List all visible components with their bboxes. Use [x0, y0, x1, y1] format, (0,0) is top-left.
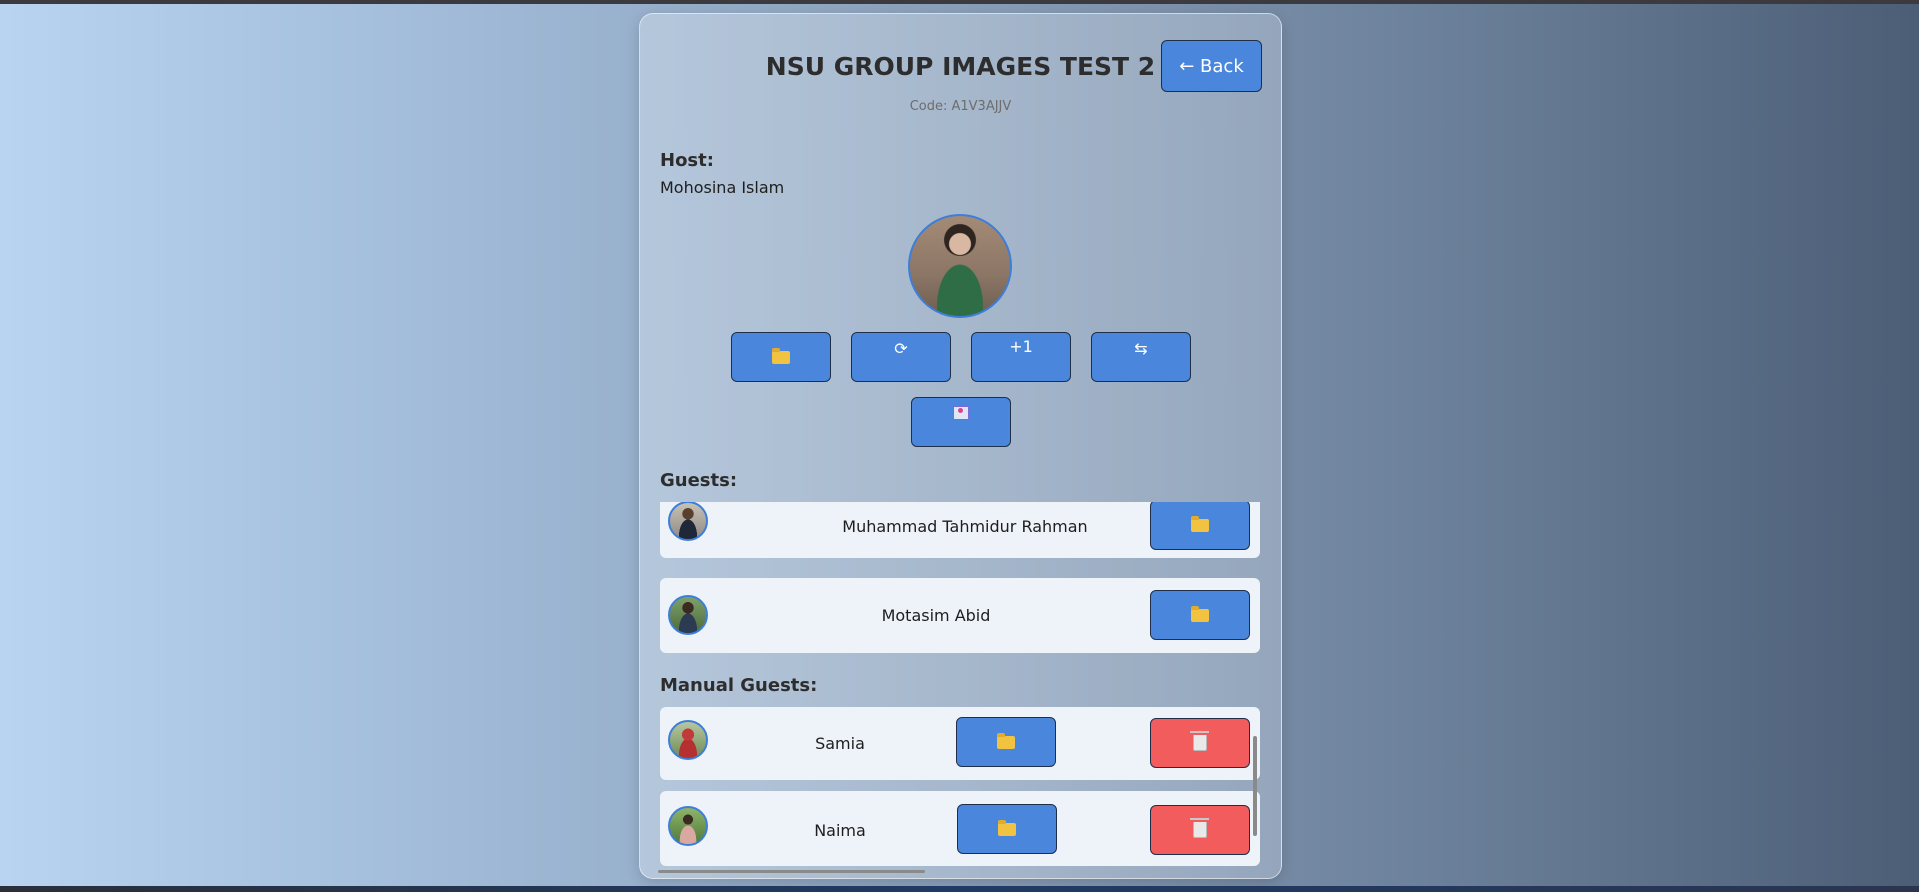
host-section-label: Host: — [660, 150, 714, 171]
manual-guests-section-label: Manual Guests: — [660, 675, 818, 696]
guest-avatar — [668, 502, 708, 541]
trash-icon — [1190, 818, 1209, 838]
taskbar-strip — [0, 886, 1919, 892]
guest-name: Muhammad Tahmidur Rahman — [842, 517, 1088, 536]
manual-guest-row: Samia — [660, 707, 1260, 780]
guest-folder-button[interactable] — [1150, 502, 1250, 550]
manual-guest-avatar — [668, 806, 708, 846]
host-plus-one-button[interactable]: +1 — [971, 332, 1071, 382]
host-name: Mohosina Islam — [660, 178, 785, 197]
trash-icon — [1190, 731, 1209, 751]
host-swap-button[interactable]: ⇆ — [1091, 332, 1191, 382]
host-photo-button[interactable] — [911, 397, 1011, 447]
guest-row: Motasim Abid — [660, 578, 1260, 653]
vertical-scrollbar[interactable] — [1253, 736, 1257, 836]
manual-guest-row: Naima — [660, 791, 1260, 866]
guest-row: Muhammad Tahmidur Rahman — [660, 502, 1260, 558]
back-button[interactable]: ← Back — [1161, 40, 1262, 92]
swap-icon: ⇆ — [1134, 339, 1148, 358]
manual-guest-avatar — [668, 720, 708, 760]
folder-icon — [1191, 515, 1209, 532]
host-avatar — [908, 214, 1012, 318]
folder-icon — [1191, 605, 1209, 622]
folder-icon — [998, 819, 1016, 836]
photo-frame-icon — [953, 406, 969, 420]
manual-guest-name: Samia — [815, 734, 865, 753]
host-folder-button[interactable] — [731, 332, 831, 382]
browser-top-strip — [0, 0, 1919, 4]
guest-folder-button[interactable] — [1150, 590, 1250, 640]
plus-one-icon: +1 — [1009, 337, 1033, 356]
event-code: Code: A1V3AJJV — [909, 99, 1012, 114]
event-card: NSU GROUP IMAGES TEST 2 Code: A1V3AJJV ←… — [639, 13, 1282, 879]
guest-list[interactable]: Muhammad Tahmidur Rahman Motasim Abid — [660, 502, 1260, 659]
manual-guest-name: Naima — [814, 821, 866, 840]
folder-icon — [997, 732, 1015, 749]
guests-section-label: Guests: — [660, 470, 738, 491]
manual-guest-delete-button[interactable] — [1150, 805, 1250, 855]
manual-guest-folder-button[interactable] — [957, 804, 1057, 854]
folder-icon — [772, 347, 790, 364]
manual-guest-list[interactable]: Samia Naima — [660, 707, 1260, 869]
guest-name: Motasim Abid — [881, 606, 991, 625]
manual-guest-delete-button[interactable] — [1150, 718, 1250, 768]
host-refresh-button[interactable]: ⟳ — [851, 332, 951, 382]
horizontal-scrollbar[interactable] — [658, 870, 925, 873]
refresh-icon: ⟳ — [894, 339, 908, 358]
manual-guest-folder-button[interactable] — [956, 717, 1056, 767]
guest-avatar — [668, 595, 708, 635]
